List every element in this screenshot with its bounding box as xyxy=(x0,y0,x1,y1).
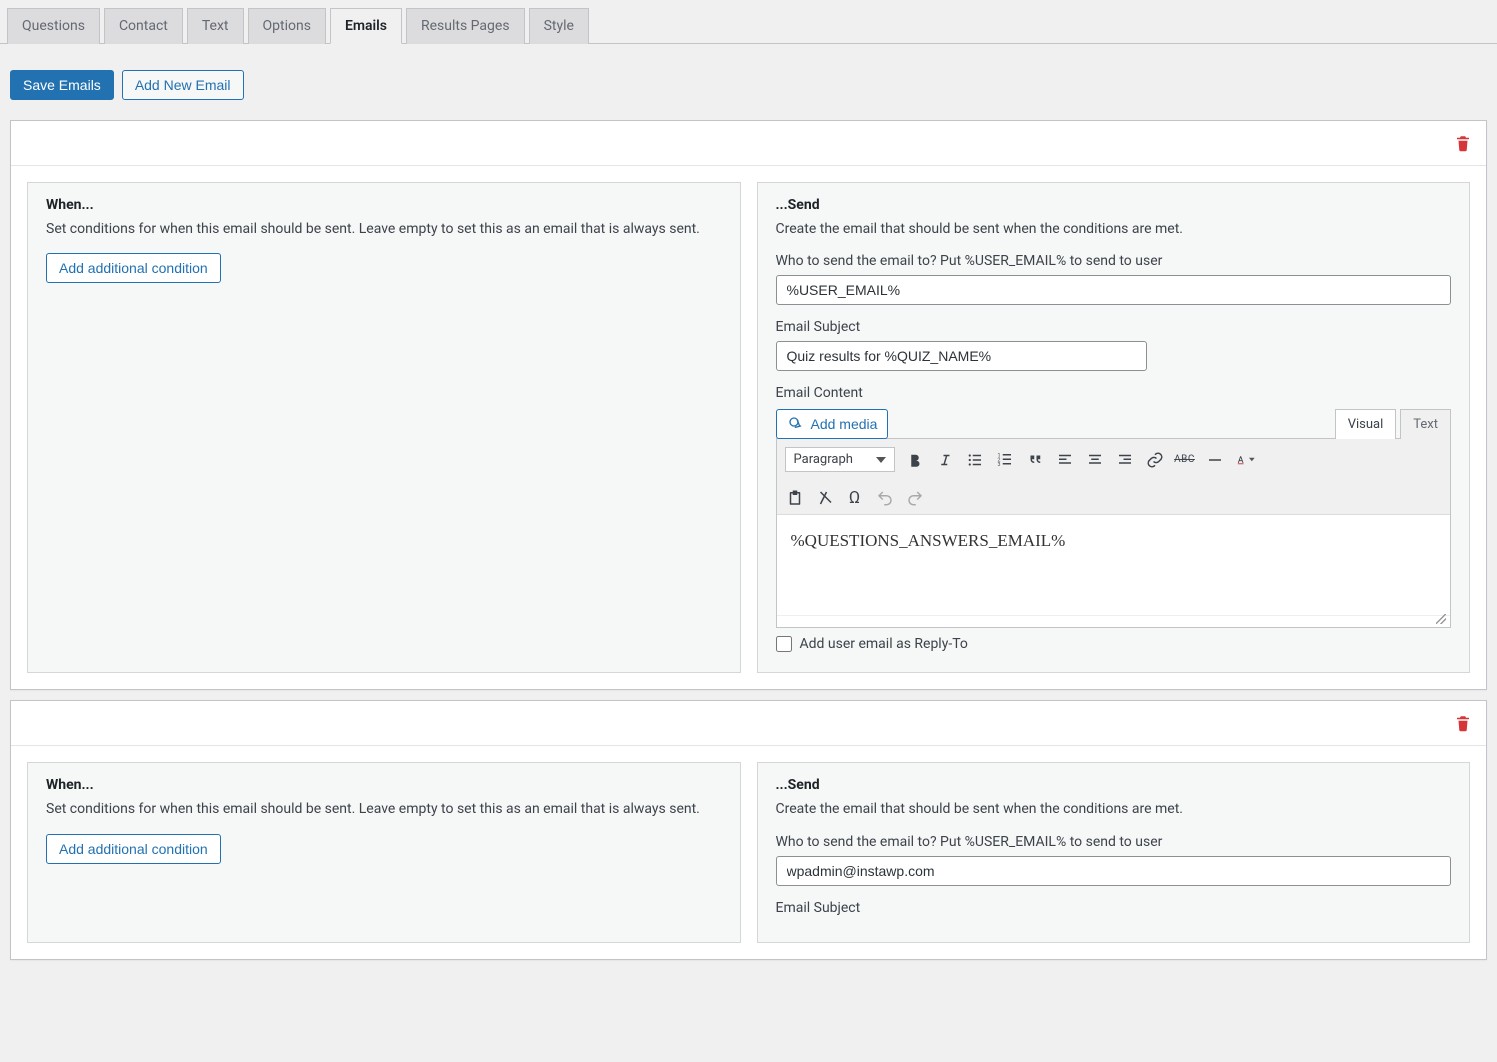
tab-emails[interactable]: Emails xyxy=(330,8,402,44)
when-description: Set conditions for when this email shoul… xyxy=(46,799,722,819)
media-icon xyxy=(787,416,805,432)
when-title: When... xyxy=(46,197,722,213)
to-input[interactable] xyxy=(776,856,1452,886)
format-select[interactable]: Paragraph xyxy=(785,447,895,472)
action-buttons: Save Emails Add New Email xyxy=(0,44,1497,110)
subject-input[interactable] xyxy=(776,341,1148,371)
strikethrough-button[interactable]: ABC xyxy=(1175,450,1195,470)
email-card: When... Set conditions for when this ema… xyxy=(10,700,1487,959)
send-title: ...Send xyxy=(776,777,1452,793)
to-label: Who to send the email to? Put %USER_EMAI… xyxy=(776,834,1452,850)
when-title: When... xyxy=(46,777,722,793)
editor: Paragraph 123 xyxy=(776,438,1452,628)
link-button[interactable] xyxy=(1145,450,1165,470)
clear-format-button[interactable] xyxy=(815,488,835,508)
send-description: Create the email that should be sent whe… xyxy=(776,219,1452,239)
editor-resize-handle[interactable] xyxy=(777,615,1451,627)
subject-label: Email Subject xyxy=(776,319,1452,335)
svg-text:3: 3 xyxy=(997,462,1000,468)
main-tabs: Questions Contact Text Options Emails Re… xyxy=(0,0,1497,44)
tab-options[interactable]: Options xyxy=(248,8,326,44)
editor-toolbar: Paragraph 123 xyxy=(777,439,1451,515)
trash-icon[interactable] xyxy=(1454,133,1472,153)
content-label: Email Content xyxy=(776,385,1452,401)
horizontal-rule-button[interactable] xyxy=(1205,450,1225,470)
send-panel: ...Send Create the email that should be … xyxy=(757,762,1471,942)
align-left-button[interactable] xyxy=(1055,450,1075,470)
add-condition-button[interactable]: Add additional condition xyxy=(46,834,221,864)
reply-to-checkbox[interactable] xyxy=(776,636,792,652)
bold-button[interactable] xyxy=(905,450,925,470)
save-emails-button[interactable]: Save Emails xyxy=(10,70,114,100)
add-condition-button[interactable]: Add additional condition xyxy=(46,253,221,283)
align-center-button[interactable] xyxy=(1085,450,1105,470)
bullet-list-button[interactable] xyxy=(965,450,985,470)
tab-style[interactable]: Style xyxy=(529,8,589,44)
add-media-label: Add media xyxy=(811,416,878,432)
add-media-button[interactable]: Add media xyxy=(776,409,889,439)
redo-button[interactable] xyxy=(905,488,925,508)
tab-contact[interactable]: Contact xyxy=(104,8,183,44)
when-description: Set conditions for when this email shoul… xyxy=(46,219,722,239)
tab-text[interactable]: Text xyxy=(187,8,244,44)
paste-button[interactable] xyxy=(785,488,805,508)
to-input[interactable] xyxy=(776,275,1452,305)
italic-button[interactable] xyxy=(935,450,955,470)
to-label: Who to send the email to? Put %USER_EMAI… xyxy=(776,253,1452,269)
special-char-button[interactable]: Ω xyxy=(845,488,865,508)
undo-button[interactable] xyxy=(875,488,895,508)
email-card: When... Set conditions for when this ema… xyxy=(10,120,1487,690)
send-panel: ...Send Create the email that should be … xyxy=(757,182,1471,673)
tab-questions[interactable]: Questions xyxy=(7,8,100,44)
editor-content[interactable]: %QUESTIONS_ANSWERS_EMAIL% xyxy=(777,515,1451,615)
chevron-down-icon xyxy=(876,452,886,467)
send-description: Create the email that should be sent whe… xyxy=(776,799,1452,819)
add-new-email-button[interactable]: Add New Email xyxy=(122,70,244,100)
send-title: ...Send xyxy=(776,197,1452,213)
blockquote-button[interactable] xyxy=(1025,450,1045,470)
subject-label: Email Subject xyxy=(776,900,1452,916)
editor-tab-text[interactable]: Text xyxy=(1400,409,1451,439)
align-right-button[interactable] xyxy=(1115,450,1135,470)
tab-results-pages[interactable]: Results Pages xyxy=(406,8,525,44)
text-color-button[interactable] xyxy=(1235,450,1255,470)
when-panel: When... Set conditions for when this ema… xyxy=(27,182,741,673)
reply-to-label: Add user email as Reply-To xyxy=(800,636,968,652)
number-list-button[interactable]: 123 xyxy=(995,450,1015,470)
trash-icon[interactable] xyxy=(1454,713,1472,733)
when-panel: When... Set conditions for when this ema… xyxy=(27,762,741,942)
editor-tab-visual[interactable]: Visual xyxy=(1335,409,1397,439)
